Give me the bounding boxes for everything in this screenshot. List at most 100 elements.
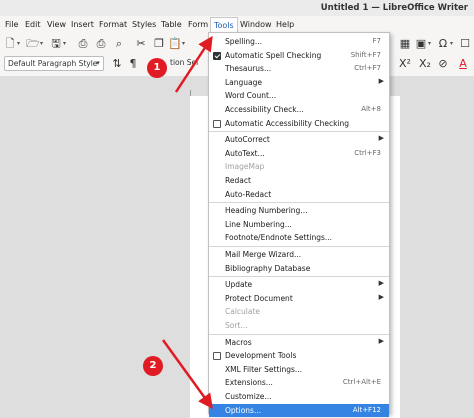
save-icon[interactable]: 🖫 xyxy=(49,37,63,51)
menu-item-redact[interactable]: Redact xyxy=(209,174,389,188)
submenu-arrow-icon: ▶ xyxy=(378,279,384,288)
insert-image-icon[interactable]: ▣ xyxy=(414,37,428,51)
menu-item-thesaurus[interactable]: Thesaurus... Ctrl+F7 xyxy=(209,62,389,76)
insert-field-icon[interactable]: ☐ xyxy=(458,37,472,51)
menu-item-protect-document[interactable]: Protect Document ▶ xyxy=(209,292,389,306)
menu-separator xyxy=(209,276,389,278)
menu-item-label: Bibliography Database xyxy=(225,263,311,273)
chevron-down-icon[interactable]: ▾ xyxy=(40,38,46,50)
open-folder-icon[interactable]: 🗁 xyxy=(26,37,40,51)
copy-icon[interactable]: ❐ xyxy=(152,37,166,51)
chevron-down-icon[interactable]: ▾ xyxy=(182,38,188,50)
print-preview-icon[interactable]: ⌕ xyxy=(112,37,126,51)
menu-item-extensions[interactable]: Extensions... Ctrl+Alt+E xyxy=(209,376,389,390)
menu-separator xyxy=(209,202,389,204)
menu-edit[interactable]: Edit xyxy=(25,20,41,29)
menu-item-label: Language xyxy=(225,77,263,87)
menu-window[interactable]: Window xyxy=(240,20,272,29)
menu-item-options[interactable]: Options... Alt+F12 xyxy=(209,403,389,418)
new-style-icon[interactable]: ¶ xyxy=(126,57,140,71)
checkbox-icon[interactable] xyxy=(213,119,221,128)
new-document-icon[interactable]: 🗋 xyxy=(3,37,17,51)
menu-item-shortcut: Alt+F12 xyxy=(352,405,381,414)
menu-item-customize[interactable]: Customize... xyxy=(209,390,389,404)
window-titlebar: Untitled 1 — LibreOffice Writer xyxy=(0,0,474,16)
menu-item-sort: Sort... xyxy=(209,319,389,333)
menu-item-mail-merge-wizard[interactable]: Mail Merge Wizard... xyxy=(209,248,389,262)
menu-item-calculate: Calculate xyxy=(209,305,389,319)
chevron-down-icon[interactable]: ▾ xyxy=(428,38,434,50)
paragraph-style-box[interactable]: Default Paragraph Style xyxy=(4,56,104,71)
font-color-icon[interactable]: A xyxy=(456,57,470,71)
chevron-down-icon[interactable]: ▾ xyxy=(450,38,456,50)
submenu-arrow-icon: ▶ xyxy=(378,76,384,85)
menu-item-update[interactable]: Update ▶ xyxy=(209,278,389,292)
menu-item-label: Automatic Accessibility Checking xyxy=(225,118,350,128)
export-pdf-icon[interactable]: ⎙ xyxy=(76,37,90,51)
menu-item-label: Automatic Spell Checking xyxy=(225,50,322,60)
menu-item-label: Spelling... xyxy=(225,37,263,46)
menu-insert[interactable]: Insert xyxy=(71,20,94,29)
menu-item-label: Sort... xyxy=(225,321,248,330)
menu-item-language[interactable]: Language ▶ xyxy=(209,76,389,90)
menu-item-spelling[interactable]: Spelling... F7 xyxy=(209,35,389,49)
menu-item-automatic-accessibility-checking[interactable]: Automatic Accessibility Checking xyxy=(209,117,389,131)
menu-item-shortcut: Ctrl+F7 xyxy=(354,64,381,73)
menu-item-label: Accessibility Check... xyxy=(225,105,304,114)
menu-form[interactable]: Form xyxy=(188,20,208,29)
menu-item-xml-filter-settings[interactable]: XML Filter Settings... xyxy=(209,363,389,377)
annotation-badge-2: 2 xyxy=(143,356,163,376)
menu-item-label: Development Tools xyxy=(225,351,297,361)
menu-item-label: Extensions... xyxy=(225,378,273,388)
menu-item-shortcut: Ctrl+F3 xyxy=(354,148,381,157)
menu-item-label: XML Filter Settings... xyxy=(225,364,303,374)
margin-marker xyxy=(190,90,191,96)
clear-formatting-icon[interactable]: ⊘ xyxy=(436,57,450,71)
special-character-icon[interactable]: Ω xyxy=(436,37,450,51)
update-style-icon[interactable]: ⇅ xyxy=(110,57,124,71)
menu-item-shortcut: Shift+F7 xyxy=(350,50,381,59)
menu-item-auto-redact[interactable]: Auto-Redact xyxy=(209,188,389,202)
menu-table[interactable]: Table xyxy=(161,20,182,29)
menu-item-label: Footnote/Endnote Settings... xyxy=(225,233,333,243)
menu-item-word-count[interactable]: Word Count... xyxy=(209,89,389,103)
checkbox-icon[interactable] xyxy=(213,51,221,60)
menu-item-accessibility-check[interactable]: Accessibility Check... Alt+8 xyxy=(209,103,389,117)
menu-styles[interactable]: Styles xyxy=(132,20,156,29)
menu-item-line-numbering[interactable]: Line Numbering... xyxy=(209,218,389,232)
chevron-down-icon[interactable]: ▾ xyxy=(17,38,23,50)
menu-item-autotext[interactable]: AutoText... Ctrl+F3 xyxy=(209,147,389,161)
menu-item-label: Mail Merge Wizard... xyxy=(225,250,302,259)
menu-item-label: AutoCorrect xyxy=(225,135,270,145)
menu-item-heading-numbering[interactable]: Heading Numbering... xyxy=(209,204,389,218)
superscript-icon[interactable]: X² xyxy=(398,57,412,71)
menu-item-label: Update xyxy=(225,280,253,290)
menu-item-label: Line Numbering... xyxy=(225,219,292,229)
menu-format[interactable]: Format xyxy=(99,20,127,29)
print-icon[interactable]: ⎙ xyxy=(94,37,108,51)
insert-table-icon[interactable]: ▦ xyxy=(398,37,412,51)
menu-item-footnote-endnote-settings[interactable]: Footnote/Endnote Settings... xyxy=(209,231,389,245)
window-title: Untitled 1 — LibreOffice Writer xyxy=(320,3,468,13)
menu-item-bibliography-database[interactable]: Bibliography Database xyxy=(209,262,389,276)
menu-item-label: Protect Document xyxy=(225,293,293,303)
submenu-arrow-icon: ▶ xyxy=(378,336,384,345)
menu-item-macros[interactable]: Macros ▶ xyxy=(209,336,389,350)
menu-item-label: Options... xyxy=(225,405,262,415)
menu-help[interactable]: Help xyxy=(276,20,294,29)
subscript-icon[interactable]: X₂ xyxy=(418,57,432,71)
menu-view[interactable]: View xyxy=(47,20,66,29)
menu-item-development-tools[interactable]: Development Tools xyxy=(209,349,389,363)
menu-item-label: AutoText... xyxy=(225,148,265,158)
menu-file[interactable]: File xyxy=(5,20,18,29)
menu-item-autocorrect[interactable]: AutoCorrect ▶ xyxy=(209,133,389,147)
chevron-down-icon[interactable]: ▾ xyxy=(63,38,69,50)
paste-icon[interactable]: 📋 xyxy=(168,37,182,51)
chevron-down-icon[interactable]: ▾ xyxy=(92,56,104,71)
cut-icon[interactable]: ✂ xyxy=(134,37,148,51)
menu-separator xyxy=(209,246,389,247)
menu-item-shortcut: F7 xyxy=(372,37,381,45)
checkbox-icon[interactable] xyxy=(213,352,221,361)
menu-item-automatic-spell-checking[interactable]: Automatic Spell Checking Shift+F7 xyxy=(209,49,389,63)
menu-separator xyxy=(209,333,389,335)
